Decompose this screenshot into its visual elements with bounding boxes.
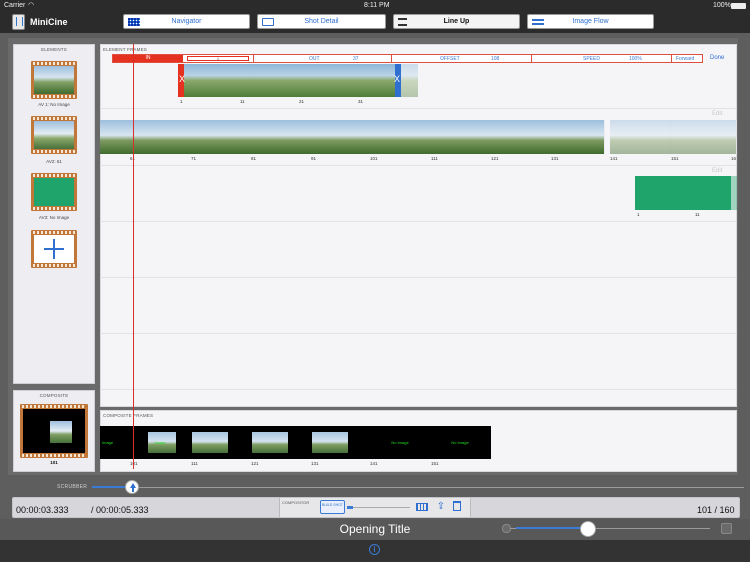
element-thumb-av2[interactable] xyxy=(31,116,77,154)
composite-cell[interactable]: No Image xyxy=(430,426,490,459)
frame-tick: 31 xyxy=(358,99,364,104)
compositor-slider-knob[interactable] xyxy=(347,506,353,509)
build-shot-button[interactable]: BUILD SHOT xyxy=(320,500,345,514)
battery-label: 100% xyxy=(713,2,731,9)
frame-tick: 151 xyxy=(671,156,679,161)
elements-caption: ELEMENTS xyxy=(41,47,67,52)
add-element-button[interactable] xyxy=(31,230,77,268)
frame-tick: 131 xyxy=(311,461,319,466)
element-thumb-av1[interactable] xyxy=(31,61,77,99)
status-bar: Carrier ◠ 8:11 PM 100% xyxy=(0,0,750,12)
frame-tick: 111 xyxy=(191,461,198,466)
element-caption: AV3: No Image xyxy=(38,215,70,220)
film-icon[interactable] xyxy=(416,503,428,511)
frame-tick: 1 xyxy=(180,99,183,104)
in-field[interactable]: 1 xyxy=(187,56,249,61)
clock-label: 8:11 PM xyxy=(364,2,390,9)
composite-cell[interactable]: Image xyxy=(140,426,180,459)
frame-tick: 16 xyxy=(731,156,737,161)
elements-panel: ELEMENTS AV 1: No Image AV2: 61 AV3: No … xyxy=(13,44,95,384)
element-clip-av3[interactable] xyxy=(635,176,731,210)
scrubber-knob[interactable] xyxy=(125,480,139,494)
total-time: / 00:00:05.333 xyxy=(91,505,149,515)
frame-tick: 121 xyxy=(251,461,259,466)
top-nav: MiniCine Navigator Shot Detail Line Up I… xyxy=(0,12,750,33)
frame-tick: 21 xyxy=(299,99,305,104)
frame-tick: 101 xyxy=(370,156,378,161)
tab-label: Image Flow xyxy=(572,18,609,25)
out-label: OUT xyxy=(309,56,320,62)
composite-frames-caption: COMPOSITE FRAMES xyxy=(103,413,154,418)
remove-right-icon[interactable]: X xyxy=(394,74,400,84)
frame-tick: 71 xyxy=(191,156,197,161)
frame-tick: 81 xyxy=(251,156,257,161)
carrier-label: Carrier xyxy=(4,2,26,9)
composite-caption: COMPOSITE xyxy=(39,393,69,398)
direction-toggle[interactable]: Forward xyxy=(676,56,694,62)
element-frames-caption: ELEMENT FRAMES xyxy=(103,47,147,52)
tab-navigator[interactable]: Navigator xyxy=(123,14,250,29)
volume-fill xyxy=(516,527,588,529)
frame-tick: 11 xyxy=(695,212,700,217)
frame-tick: 141 xyxy=(610,156,618,161)
tab-shot-detail[interactable]: Shot Detail xyxy=(257,14,386,29)
compositor-label: COMPOSITOR xyxy=(282,500,310,505)
wifi-icon: ◠ xyxy=(28,2,35,9)
volume-knob[interactable] xyxy=(580,521,596,537)
edit-button[interactable]: Edit xyxy=(712,168,722,174)
offset-field[interactable]: 108 xyxy=(491,56,499,62)
element-thumb-av3[interactable] xyxy=(31,173,77,211)
frame-tick: 111 xyxy=(431,156,438,161)
info-icon[interactable]: i xyxy=(369,544,380,555)
frame-tick: 151 xyxy=(431,461,439,466)
tab-label: Line Up xyxy=(443,18,470,25)
done-button[interactable]: Done xyxy=(710,55,724,61)
speed-label: SPEED xyxy=(583,56,600,62)
app-title: MiniCine xyxy=(30,17,68,27)
edit-button[interactable]: Edit xyxy=(712,111,722,117)
out-field[interactable]: 37 xyxy=(353,56,359,62)
element-clip-av1[interactable] xyxy=(178,64,401,97)
playhead[interactable] xyxy=(133,44,134,469)
in-label: IN xyxy=(113,55,183,62)
frame-tick: 11 xyxy=(240,99,245,104)
composite-cell[interactable] xyxy=(190,426,230,459)
frame-tick: 1 xyxy=(637,212,640,217)
composite-frame-number: 101 xyxy=(50,460,58,465)
frame-tick: 91 xyxy=(311,156,317,161)
frame-counter: 101 / 160 xyxy=(697,505,735,515)
scrubber-track[interactable] xyxy=(92,487,744,488)
element-frames-area: ELEMENT FRAMES xyxy=(100,44,737,407)
composite-cell[interactable] xyxy=(250,426,290,459)
compositor-slider[interactable] xyxy=(350,507,410,508)
speed-field[interactable]: 100% xyxy=(629,56,642,62)
composite-cell[interactable]: No Image xyxy=(370,426,430,459)
frame-tick: 131 xyxy=(551,156,559,161)
frame-tick: 141 xyxy=(370,461,378,466)
tab-image-flow[interactable]: Image Flow xyxy=(527,14,654,29)
composite-thumb[interactable] xyxy=(20,404,88,458)
frame-tick: 121 xyxy=(491,156,499,161)
composite-panel: COMPOSITE 101 xyxy=(13,390,95,472)
share-icon[interactable]: ⇪ xyxy=(436,501,446,512)
tab-line-up[interactable]: Line Up xyxy=(393,14,520,29)
element-caption: AV 1: No Image xyxy=(38,102,70,107)
scrubber-label: SCRUBBER xyxy=(57,484,88,490)
composite-cell[interactable] xyxy=(310,426,350,459)
shot-title: Opening Title xyxy=(339,522,411,536)
user-icon[interactable] xyxy=(721,523,732,534)
element-caption: AV2: 61 xyxy=(46,159,62,164)
trash-icon[interactable] xyxy=(453,501,461,511)
battery-icon xyxy=(731,3,746,9)
tab-label: Navigator xyxy=(171,18,202,25)
current-time: 00:00:03.333 xyxy=(16,505,69,515)
offset-label: OFFSET xyxy=(440,56,460,62)
tab-label: Shot Detail xyxy=(304,18,339,25)
clip-control-bar: IN 1 OUT 37 OFFSET 108 SPEED 100% Forwar… xyxy=(112,54,703,63)
app-logo-icon xyxy=(12,14,25,30)
remove-left-icon[interactable]: X xyxy=(179,74,185,84)
